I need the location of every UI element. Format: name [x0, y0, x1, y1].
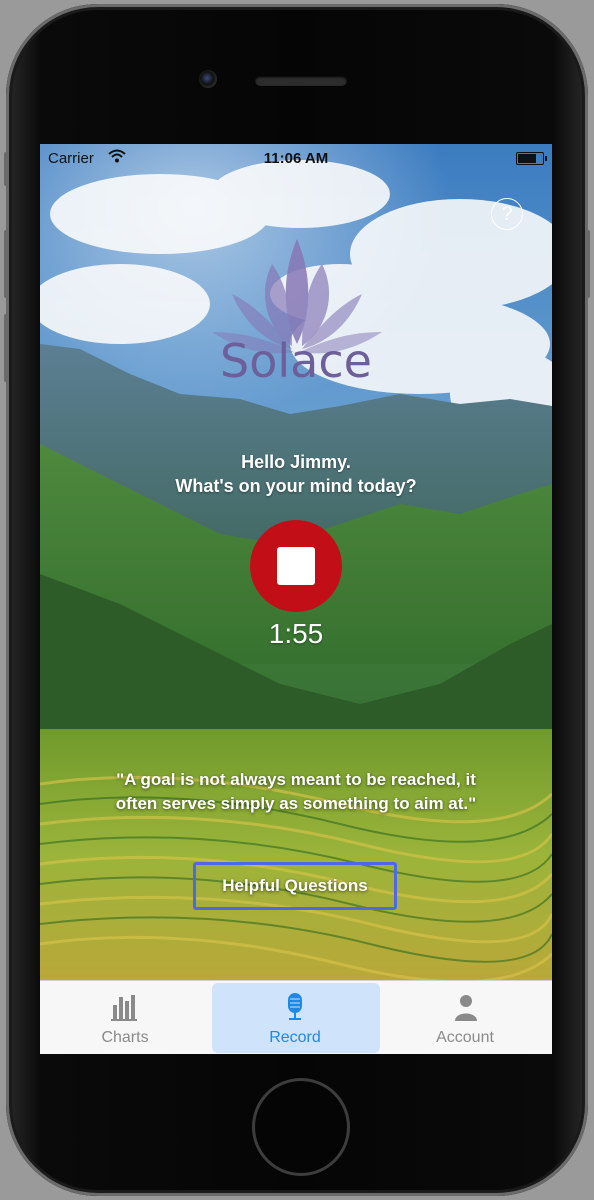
greeting-line-1: Hello Jimmy.	[241, 452, 351, 472]
tab-charts-label: Charts	[101, 1029, 149, 1046]
inspirational-quote: "A goal is not always meant to be reache…	[40, 768, 552, 816]
quote-line-2: often serves simply as something to aim …	[115, 794, 477, 813]
helpful-questions-button[interactable]: Helpful Questions	[193, 862, 397, 910]
earpiece-speaker	[255, 76, 347, 86]
greeting-line-2: What's on your mind today?	[175, 476, 417, 496]
bar-chart-icon	[111, 995, 137, 1021]
app-screen: Carrier 11:06 AM ? Solace Hello Jimmy. W…	[40, 144, 552, 1054]
tab-bar: Charts Record Account	[40, 980, 552, 1054]
app-logo-text: Solace	[220, 334, 372, 388]
mute-switch	[4, 152, 9, 186]
tab-record-label: Record	[269, 1029, 321, 1046]
tab-account[interactable]: Account	[380, 981, 550, 1054]
status-time: 11:06 AM	[263, 150, 329, 167]
person-icon	[455, 995, 477, 1021]
volume-up-button	[4, 230, 9, 298]
front-camera	[199, 70, 217, 88]
power-button	[585, 230, 590, 298]
volume-down-button	[4, 314, 9, 382]
quote-line-1: "A goal is not always meant to be reache…	[116, 770, 476, 789]
recording-timer: 1:55	[268, 618, 324, 649]
home-button[interactable]	[255, 1081, 347, 1173]
greeting-text: Hello Jimmy. What's on your mind today?	[40, 450, 552, 498]
status-bar: Carrier 11:06 AM	[40, 144, 552, 172]
tab-charts[interactable]: Charts	[40, 981, 210, 1054]
tab-account-label: Account	[436, 1029, 494, 1046]
tab-record[interactable]: Record	[210, 981, 380, 1054]
microphone-icon	[288, 993, 302, 1020]
stop-icon	[277, 547, 315, 585]
question-circle-icon[interactable]: ?	[491, 198, 523, 230]
stop-recording-button[interactable]	[250, 520, 342, 612]
battery-icon	[516, 152, 547, 165]
